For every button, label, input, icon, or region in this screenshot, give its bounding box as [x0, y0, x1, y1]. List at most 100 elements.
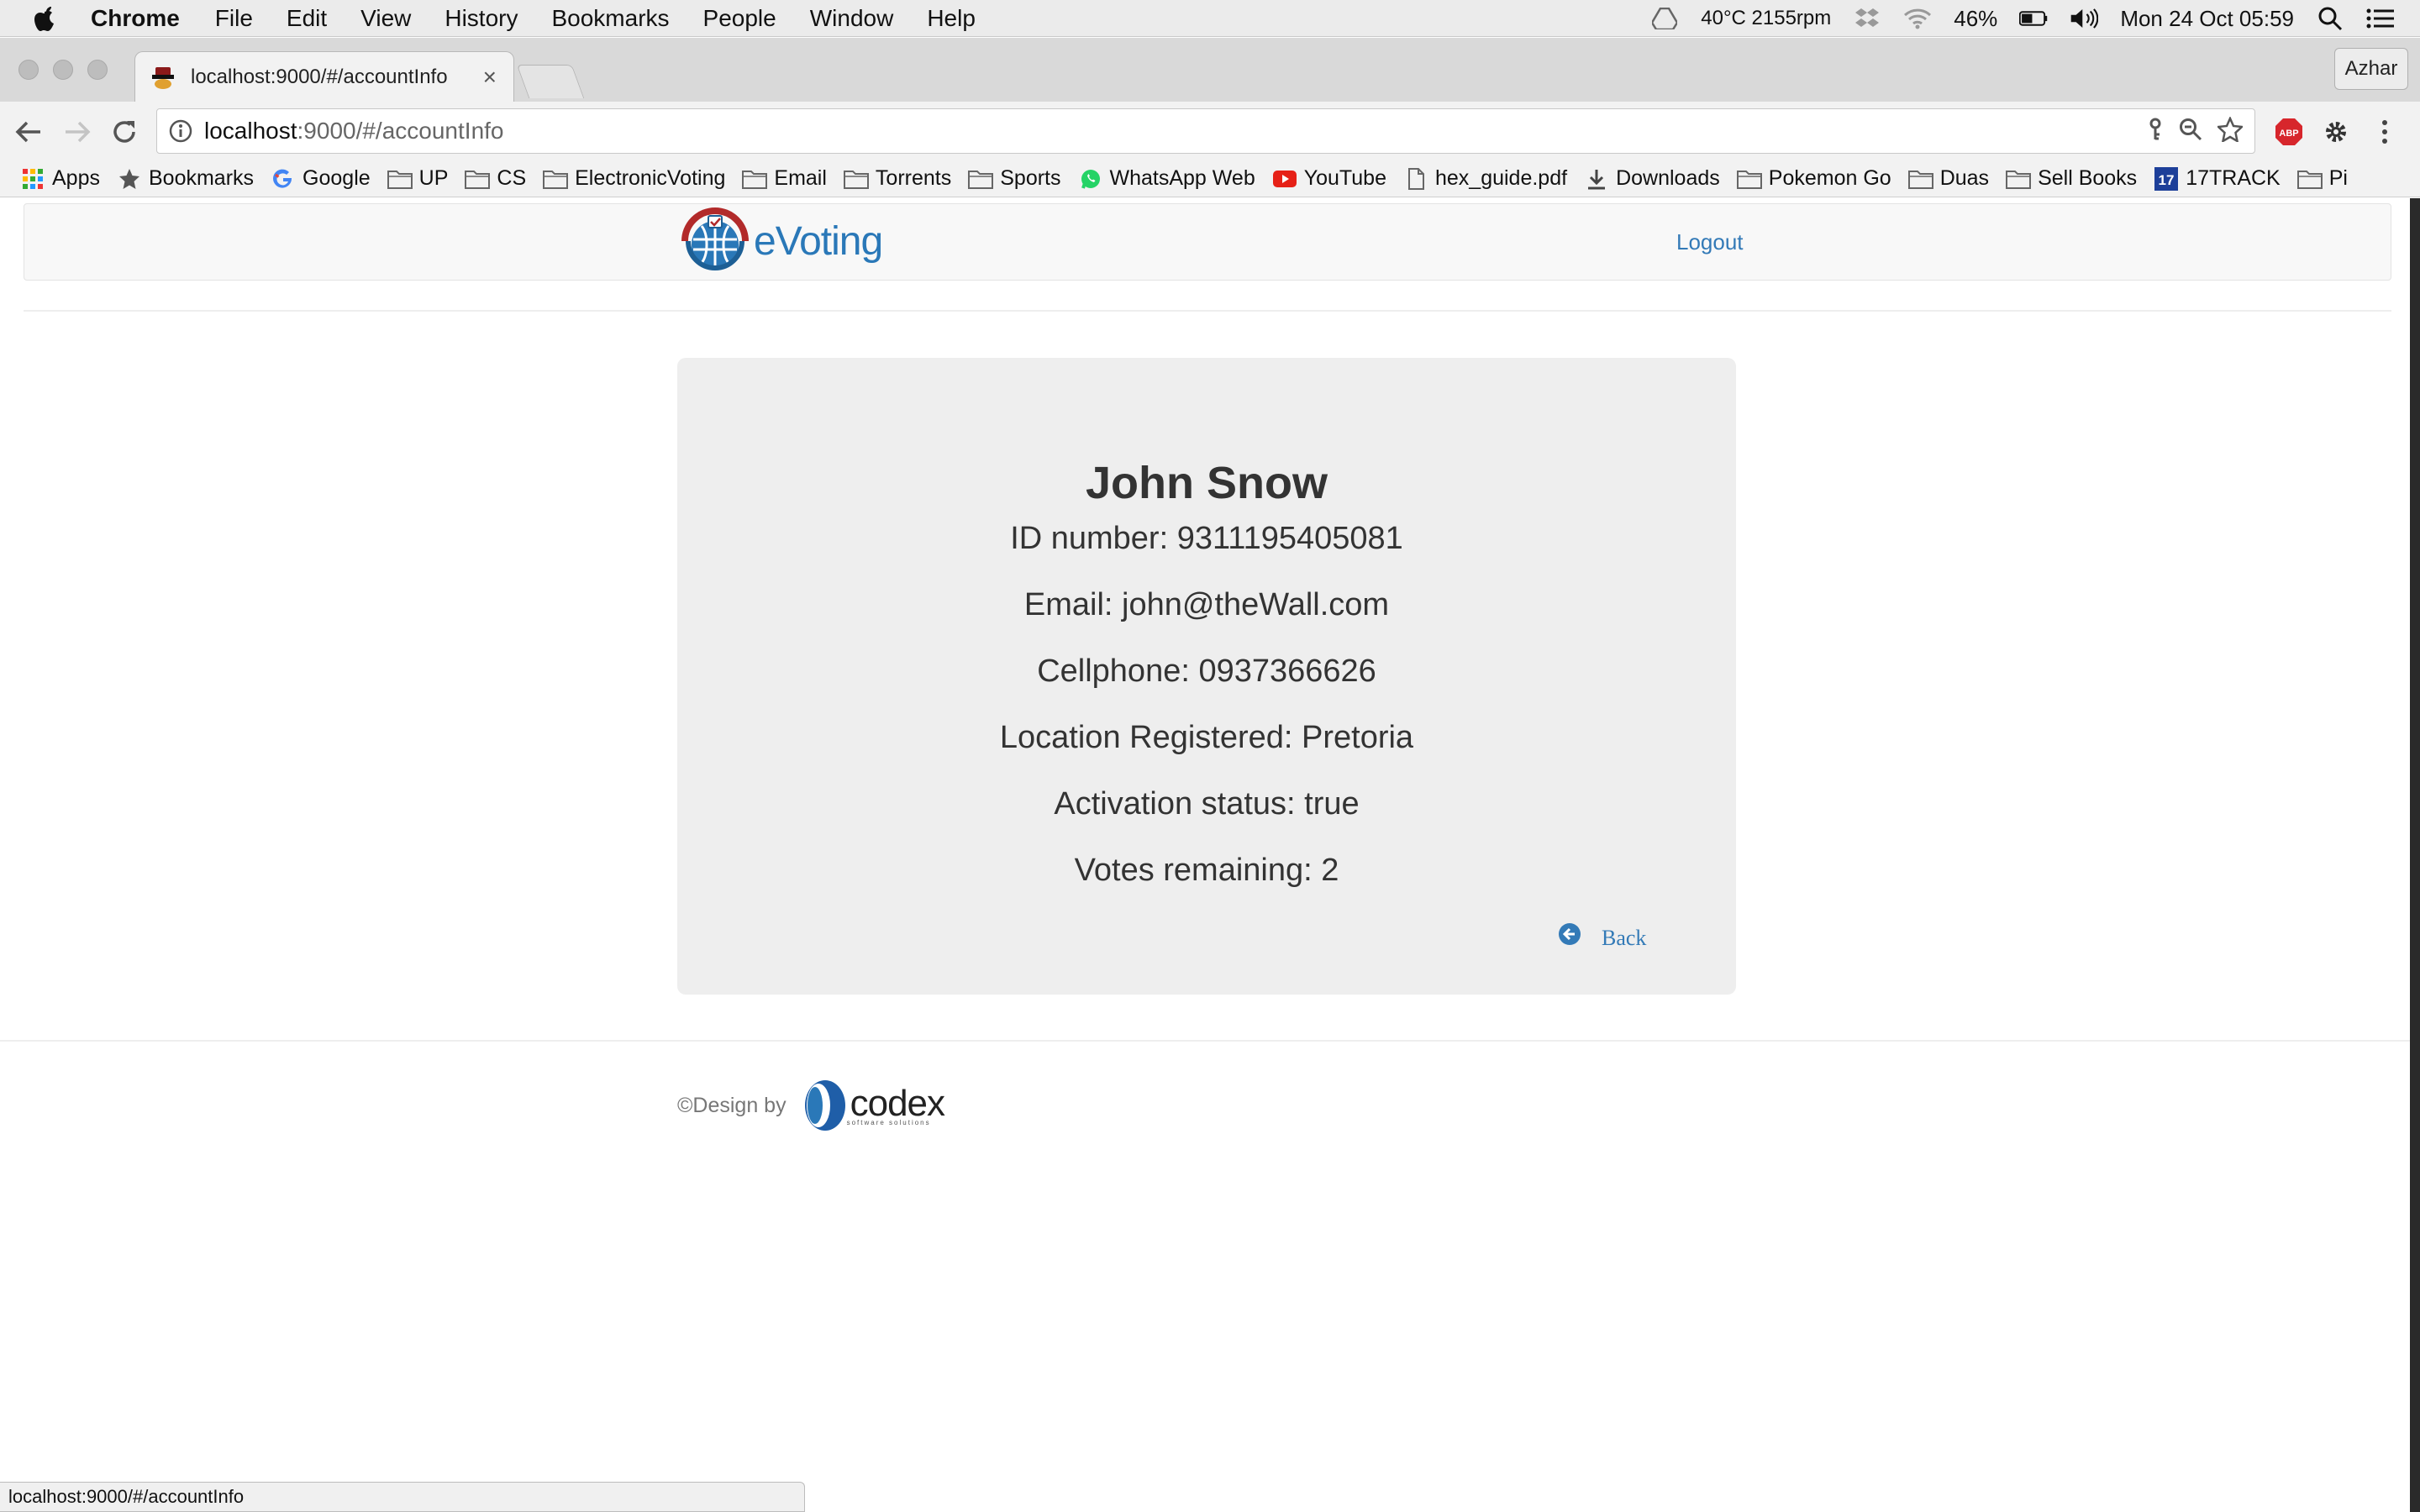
- bookmark-item[interactable]: CS: [465, 166, 526, 191]
- site-info-icon[interactable]: [169, 119, 192, 143]
- forward-arrow-icon[interactable]: [60, 115, 94, 149]
- bookmark-star-icon[interactable]: [2216, 115, 2244, 148]
- menu-history[interactable]: History: [445, 5, 518, 32]
- key-icon[interactable]: [2147, 118, 2164, 147]
- notification-center-icon[interactable]: [2366, 6, 2395, 31]
- bookmark-item[interactable]: UP: [387, 166, 449, 191]
- folder-icon: [1907, 168, 1933, 190]
- bookmark-label: WhatsApp Web: [1109, 166, 1255, 190]
- wifi-icon[interactable]: [1903, 6, 1932, 31]
- tab-title: localhost:9000/#/accountInfo: [191, 65, 448, 88]
- tab-close-icon[interactable]: ×: [483, 64, 497, 91]
- temperature-readout[interactable]: 40°C 2155rpm: [1701, 7, 1831, 30]
- evoting-globe-icon: [676, 202, 754, 280]
- logout-link[interactable]: Logout: [1676, 229, 1744, 255]
- clock[interactable]: Mon 24 Oct 05:59: [2120, 6, 2294, 32]
- bookmark-item[interactable]: Pi: [2296, 166, 2348, 191]
- zoom-icon[interactable]: [2179, 118, 2202, 147]
- bookmark-label: UP: [418, 166, 449, 190]
- new-tab-button[interactable]: [516, 65, 585, 98]
- bookmark-label: Torrents: [875, 166, 952, 190]
- reload-icon[interactable]: [108, 115, 141, 149]
- menu-app-name[interactable]: Chrome: [91, 5, 180, 32]
- location-text: Location Registered: Pretoria: [999, 720, 1414, 755]
- bookmark-item[interactable]: Bookmarks: [117, 166, 254, 191]
- menu-people[interactable]: People: [703, 5, 776, 32]
- divider: [24, 310, 2391, 312]
- bookmark-label: Downloads: [1616, 166, 1720, 190]
- window-minimize-button[interactable]: [53, 60, 73, 80]
- site-footer: ©Design by codex software solutions: [677, 1072, 945, 1139]
- google-icon: [271, 168, 296, 190]
- bookmark-item[interactable]: WhatsApp Web: [1078, 166, 1255, 191]
- spotlight-search-icon[interactable]: [2316, 6, 2344, 31]
- url-path: :9000/#/accountInfo: [297, 118, 504, 144]
- bookmark-item[interactable]: hex_guide.pdf: [1403, 166, 1567, 191]
- folder-icon: [2006, 168, 2032, 190]
- bookmark-label: Pokemon Go: [1768, 166, 1891, 190]
- volume-icon[interactable]: [2070, 6, 2099, 31]
- profile-button[interactable]: Azhar: [2334, 48, 2408, 90]
- back-button[interactable]: Back: [1558, 923, 1646, 951]
- address-bar[interactable]: localhost:9000/#/accountInfo: [156, 108, 2255, 154]
- apps-grid-icon: [20, 168, 45, 190]
- window-zoom-button[interactable]: [87, 60, 108, 80]
- menu-window[interactable]: Window: [810, 5, 894, 32]
- bookmark-item[interactable]: Email: [742, 166, 827, 191]
- menubar-status-area: 40°C 2155rpm 46% Mon 24 Oct 05:59: [1650, 0, 2395, 37]
- menu-view[interactable]: View: [360, 5, 411, 32]
- bookmark-item[interactable]: Google: [271, 166, 371, 191]
- extension-gear-icon[interactable]: [2319, 115, 2353, 149]
- tab-account-info[interactable]: localhost:9000/#/accountInfo ×: [134, 51, 514, 102]
- bookmark-label: hex_guide.pdf: [1434, 166, 1568, 190]
- bookmark-item[interactable]: Sports: [968, 166, 1061, 191]
- menu-help[interactable]: Help: [927, 5, 976, 32]
- battery-percent[interactable]: 46%: [1954, 6, 1997, 32]
- bookmark-item[interactable]: Downloads: [1584, 166, 1720, 191]
- url-host: localhost: [204, 118, 297, 144]
- email-text: Email: john@theWall.com: [1023, 587, 1390, 622]
- tab-favicon-icon: [150, 65, 176, 90]
- bookmark-item[interactable]: Torrents: [843, 166, 952, 191]
- bookmark-item[interactable]: Sell Books: [2006, 166, 2137, 191]
- folder-icon: [2296, 168, 2323, 190]
- bookmark-item[interactable]: Apps: [20, 166, 100, 191]
- file-icon: [1403, 167, 1428, 190]
- apple-logo-icon[interactable]: [32, 4, 60, 33]
- folder-icon: [465, 168, 491, 190]
- brand-logo[interactable]: eVoting: [676, 201, 886, 281]
- battery-icon[interactable]: [2019, 6, 2048, 31]
- folder-icon: [843, 168, 869, 190]
- codex-logo-text: codex: [850, 1082, 945, 1124]
- codex-tagline: software solutions: [846, 1118, 931, 1126]
- codex-logo: codex software solutions: [800, 1079, 945, 1132]
- chrome-tabstrip: localhost:9000/#/accountInfo × Azhar: [0, 38, 2420, 102]
- bookmark-item[interactable]: 17 17TRACK: [2154, 166, 2281, 191]
- folder-icon: [1736, 168, 1762, 190]
- google-drive-icon[interactable]: [1650, 6, 1679, 31]
- menu-edit[interactable]: Edit: [287, 5, 327, 32]
- bookmark-label: Email: [774, 166, 827, 190]
- omnibox-actions: [2147, 109, 2244, 155]
- dropbox-icon[interactable]: [1853, 6, 1881, 31]
- bookmark-item[interactable]: YouTube: [1272, 166, 1386, 191]
- bookmark-item[interactable]: Duas: [1907, 166, 1989, 191]
- bookmark-label: Sports: [1000, 166, 1061, 190]
- adblock-plus-icon[interactable]: ABP: [2272, 115, 2306, 149]
- folder-icon: [387, 168, 413, 190]
- svg-text:17: 17: [2159, 172, 2175, 188]
- web-page: eVoting Logout John Snow ID number: 9311…: [0, 198, 2410, 1512]
- menu-file[interactable]: File: [215, 5, 253, 32]
- download-icon: [1584, 168, 1609, 190]
- votes-remaining-text: Votes remaining: 2: [1074, 853, 1339, 888]
- back-arrow-icon[interactable]: [12, 115, 45, 149]
- bookmark-item[interactable]: Pokemon Go: [1736, 166, 1891, 191]
- menu-bookmarks[interactable]: Bookmarks: [551, 5, 669, 32]
- window-close-button[interactable]: [18, 60, 39, 80]
- bookmark-item[interactable]: ElectronicVoting: [543, 166, 725, 191]
- chrome-menu-icon[interactable]: [2368, 115, 2402, 149]
- macos-menubar: Chrome File Edit View History Bookmarks …: [0, 0, 2420, 37]
- 17track-icon: 17: [2154, 166, 2179, 191]
- bookmarks-bar: Apps Bookmarks Google UP CS ElectronicVoting E…: [0, 160, 2420, 197]
- bookmark-label: YouTube: [1303, 166, 1386, 190]
